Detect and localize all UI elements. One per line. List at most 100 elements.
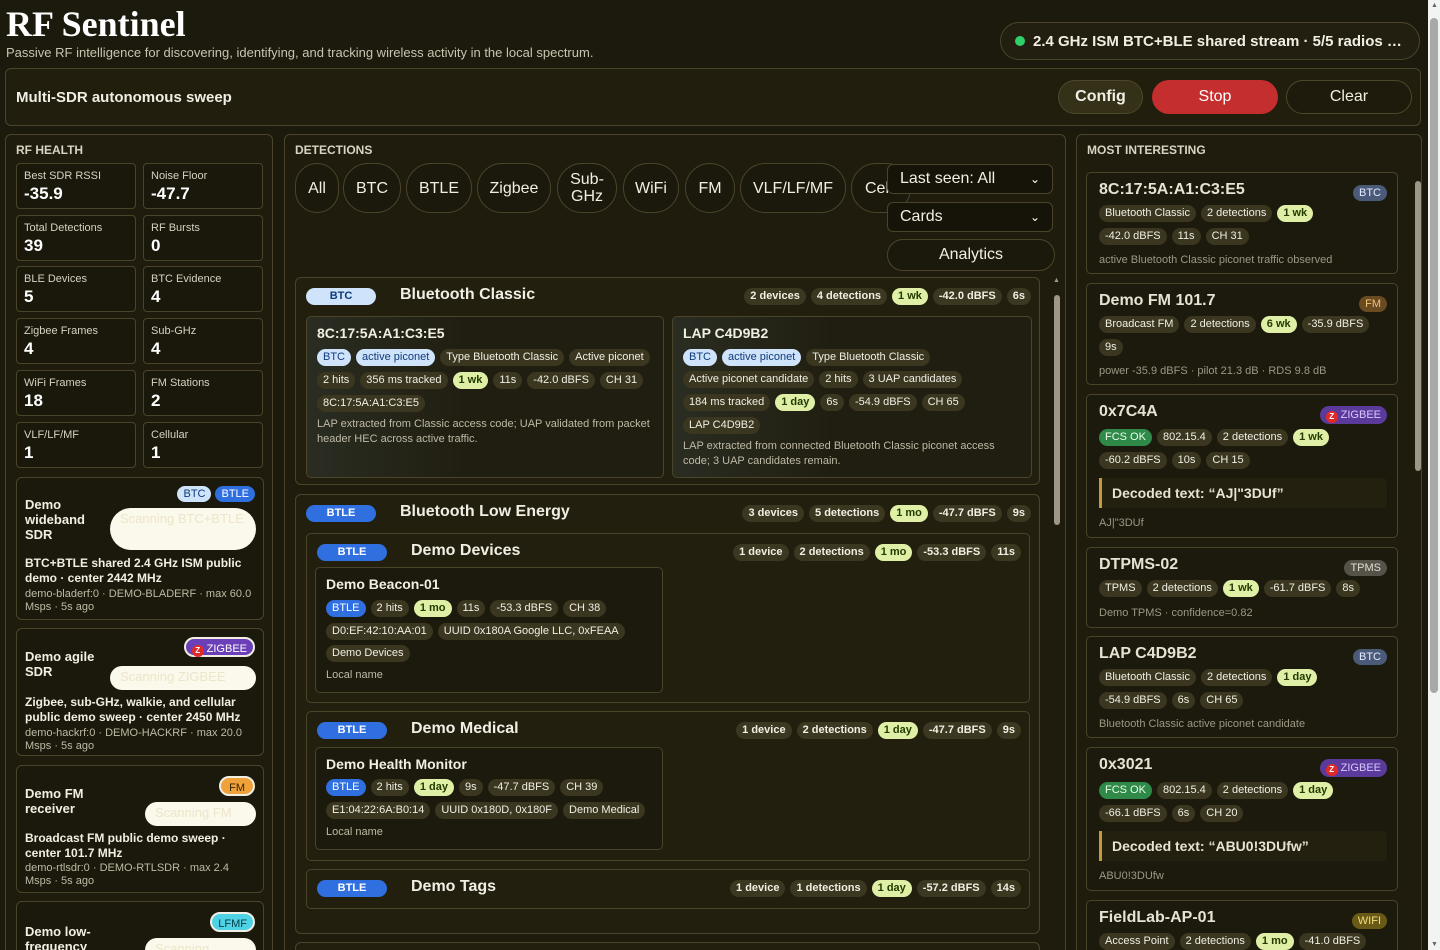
- group-stats: 2 devices 4 detections 1 wk -42.0 dBFS 6…: [744, 288, 1031, 305]
- card-note: LAP extracted from Classic access code; …: [317, 418, 650, 445]
- metric-pill: -54.9 dBFS: [1099, 692, 1167, 709]
- scrollbar-thumb[interactable]: [1054, 295, 1060, 525]
- card-metrics: FCS OK 802.15.4 2 detections 1 day: [1099, 782, 1334, 799]
- interesting-card[interactable]: FieldLab-AP-01 WIFI Access Point 2 detec…: [1086, 900, 1398, 950]
- metric-pill: 2 detections: [1184, 316, 1256, 333]
- stop-button[interactable]: Stop: [1152, 80, 1278, 114]
- clear-button[interactable]: Clear: [1286, 80, 1412, 114]
- tag-pill: Type Bluetooth Classic: [440, 349, 565, 366]
- stat-chip: 14s: [990, 880, 1021, 897]
- sdr-card-fm[interactable]: FM Demo FM receiver Scanning FM Broadcas…: [16, 765, 264, 893]
- age-pill: 1 wk: [1293, 429, 1329, 446]
- card-metrics: Active piconet candidate 2 hits 3 UAP ca…: [683, 371, 963, 388]
- stat-chip: 1 device: [736, 722, 792, 739]
- card-metrics: -54.9 dBFS 6s CH 65: [1099, 692, 1244, 709]
- detections-scrollbar[interactable]: ▲ ▼: [1051, 277, 1063, 950]
- metric-pill: -54.9 dBFS: [848, 394, 917, 411]
- sdr-tags: BTC BTLE: [177, 486, 255, 502]
- detection-card[interactable]: 8C:17:5A:A1:C3:E5 BTC active piconet Typ…: [306, 316, 664, 478]
- age-pill: 1 day: [775, 394, 816, 411]
- metric-pill: 2 detections: [1146, 580, 1218, 597]
- group-next-collapsed[interactable]: [295, 942, 1040, 950]
- sweep-title: Multi-SDR autonomous sweep: [16, 89, 232, 106]
- interesting-card[interactable]: LAP C4D9B2 BTC Bluetooth Classic 2 detec…: [1086, 636, 1398, 738]
- subgroup-demo-tags[interactable]: BTLE Demo Tags 1 device 1 detections 1 d…: [306, 869, 1030, 909]
- metric-pill: CH 31: [599, 372, 644, 389]
- metric-pill: -47.7 dBFS: [487, 779, 556, 796]
- metric-pill: CH 38: [563, 600, 607, 617]
- metric-pill: 2 detections: [1216, 782, 1289, 799]
- address-pill: D0:EF:42:10:AA:01: [326, 623, 433, 640]
- scroll-up-icon[interactable]: ▲: [1431, 2, 1438, 9]
- card-metrics: Bluetooth Classic 2 detections 1 wk: [1099, 205, 1314, 222]
- interesting-card[interactable]: 0x3021 Z ZIGBEE FCS OK 802.15.4 2 detecti…: [1086, 747, 1398, 891]
- analytics-button[interactable]: Analytics: [887, 239, 1055, 271]
- sdr-card-lf[interactable]: LFMF Demo low-frequency Scanning: [16, 901, 264, 950]
- stat-value: 39: [24, 236, 43, 255]
- stat-btc-evidence: BTC Evidence 4: [143, 266, 263, 312]
- scroll-down-icon[interactable]: ▼: [1431, 941, 1438, 948]
- scrollbar-thumb[interactable]: [1430, 18, 1438, 693]
- rf-health-title: RF HEALTH: [16, 143, 84, 157]
- detection-card[interactable]: Demo Beacon-01 BTLE 2 hits 1 mo 11s -53.…: [315, 567, 663, 693]
- sdr-meta: demo-hackrf:0 · DEMO-HACKRF · max 20.0 M…: [25, 727, 242, 752]
- filter-btc[interactable]: BTC: [343, 163, 401, 213]
- stat-chip: 5 detections: [809, 505, 886, 522]
- sdr-meta: demo-rtlsdr:0 · DEMO-RTLSDR · max 2.4 Ms…: [25, 862, 229, 887]
- metric-pill: Bluetooth Classic: [1099, 669, 1196, 686]
- detection-card[interactable]: Demo Health Monitor BTLE 2 hits 1 day 9s…: [315, 747, 663, 850]
- stat-chip: 9s: [996, 722, 1021, 739]
- metric-pill: 2 detections: [1201, 669, 1273, 686]
- interesting-card[interactable]: 8C:17:5A:A1:C3:E5 BTC Bluetooth Classic …: [1086, 172, 1398, 274]
- stat-sub-ghz: Sub-GHz 4: [143, 318, 263, 364]
- config-button[interactable]: Config: [1058, 80, 1143, 114]
- stat-value: 4: [151, 339, 161, 358]
- metric-pill: 184 ms tracked: [683, 394, 771, 411]
- group-bluetooth-classic: BTC Bluetooth Classic 2 devices 4 detect…: [295, 277, 1040, 485]
- sdr-name: Demo wideband SDR: [25, 497, 85, 542]
- subgroup-stats: 1 device 1 detections 1 day -57.2 dBFS 1…: [730, 880, 1021, 897]
- metric-pill: Bluetooth Classic: [1099, 205, 1196, 222]
- interesting-card[interactable]: DTPMS-02 TPMS TPMS 2 detections 1 wk -61…: [1086, 547, 1398, 628]
- interesting-card[interactable]: 0x7C4A Z ZIGBEE FCS OK 802.15.4 2 detecti…: [1086, 394, 1398, 538]
- last-seen-select[interactable]: Last seen: All ⌄: [887, 164, 1053, 194]
- stat-total-detections: Total Detections 39: [16, 215, 136, 261]
- filter-wifi[interactable]: WiFi: [623, 163, 679, 213]
- age-chip: 1 mo: [890, 505, 928, 522]
- interesting-scrollbar[interactable]: [1415, 163, 1421, 950]
- filter-btle[interactable]: BTLE: [406, 163, 472, 213]
- detection-card[interactable]: LAP C4D9B2 BTC active piconet Type Bluet…: [672, 316, 1032, 478]
- page-scrollbar[interactable]: ▲ ▼: [1428, 0, 1440, 950]
- btc-tag: BTC: [177, 486, 212, 502]
- filter-vlf-lf-mf[interactable]: VLF/LF/MF: [740, 163, 846, 213]
- app-title: RF Sentinel: [6, 4, 186, 44]
- card-tags: BTC active piconet Type Bluetooth Classi…: [683, 349, 931, 366]
- stat-chip: 11s: [991, 544, 1021, 561]
- detections-title: DETECTIONS: [295, 143, 373, 157]
- card-metrics: 184 ms tracked 1 day 6s -54.9 dBFS CH 65: [683, 394, 965, 411]
- age-chip: 1 wk: [892, 288, 928, 305]
- app-header: RF Sentinel Passive RF intelligence for …: [0, 0, 1440, 64]
- category-pill: Demo Medical: [563, 802, 646, 819]
- protocol-tag: WIFI: [1351, 911, 1387, 929]
- filter-sub-ghz[interactable]: Sub-GHz: [557, 163, 617, 213]
- scrollbar-thumb[interactable]: [1415, 181, 1421, 471]
- sdr-card-agile[interactable]: Z ZIGBEE Demo agile SDR Scanning ZIGBEE Z…: [16, 628, 264, 756]
- sdr-card-wideband[interactable]: BTC BTLE Demo wideband SDR Scanning BTC+…: [16, 477, 264, 620]
- filter-zigbee[interactable]: Zigbee: [477, 163, 551, 213]
- scan-status-pill: Scanning FM: [145, 802, 256, 826]
- scroll-up-icon[interactable]: ▲: [1053, 277, 1060, 284]
- stat-best-rssi: Best SDR RSSI -35.9: [16, 163, 136, 209]
- age-pill: 1 wk: [452, 372, 489, 389]
- card-ids: D0:EF:42:10:AA:01 UUID 0x180A Google LLC…: [326, 623, 625, 640]
- interesting-card[interactable]: Demo FM 101.7 FM Broadcast FM 2 detectio…: [1086, 283, 1398, 385]
- device-name: DTPMS-02: [1099, 556, 1179, 573]
- device-name: 8C:17:5A:A1:C3:E5: [1099, 181, 1245, 198]
- stat-value: 2: [151, 391, 161, 410]
- view-mode-select[interactable]: Cards ⌄: [887, 202, 1053, 232]
- device-name: FieldLab-AP-01: [1099, 909, 1216, 926]
- filter-fm[interactable]: FM: [685, 163, 735, 213]
- metric-pill: 11s: [1171, 228, 1201, 245]
- filter-all[interactable]: All: [295, 163, 339, 213]
- group-tag: BTLE: [317, 544, 387, 561]
